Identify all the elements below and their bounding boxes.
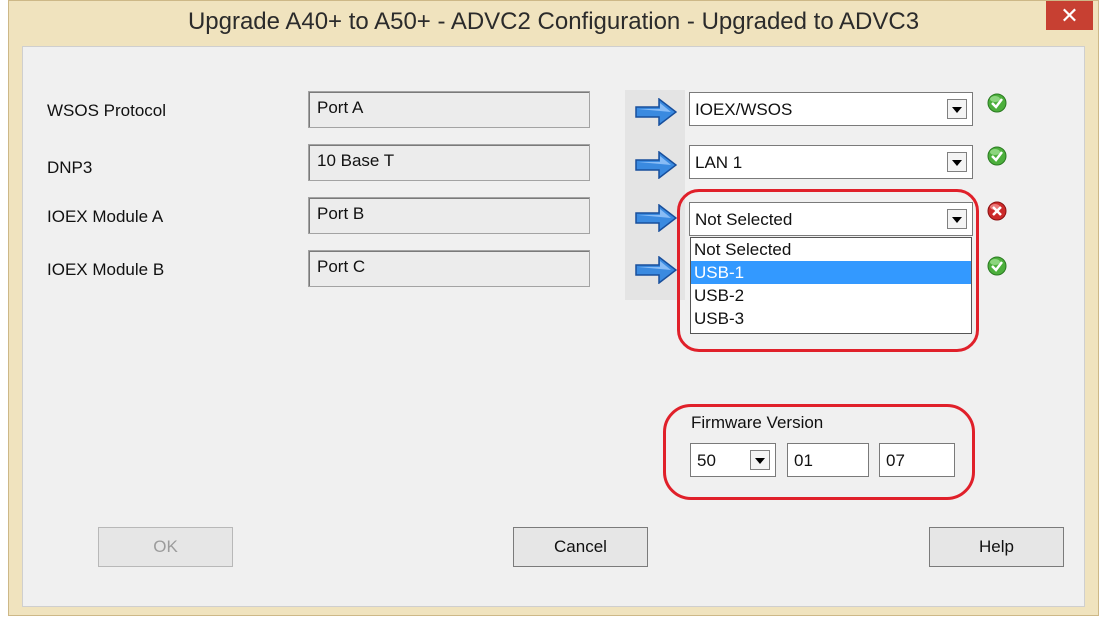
- check-ok-icon: [987, 256, 1007, 276]
- close-button[interactable]: ✕: [1046, 1, 1093, 30]
- dropdown-highlight: [677, 189, 979, 352]
- chevron-down-icon[interactable]: [947, 99, 967, 119]
- source-field-dnp3: 10 Base T: [308, 144, 590, 181]
- source-field-wsos: Port A: [308, 91, 590, 128]
- arrow-right-icon: [635, 256, 677, 284]
- help-button[interactable]: Help: [929, 527, 1064, 567]
- dialog-window: Upgrade A40+ to A50+ - ADVC2 Configurati…: [8, 0, 1099, 616]
- check-ok-icon: [987, 93, 1007, 113]
- ok-button[interactable]: OK: [98, 527, 233, 567]
- target-combo-wsos[interactable]: IOEX/WSOS: [689, 92, 973, 126]
- label-ioex-module-b: IOEX Module B: [47, 260, 165, 279]
- dialog-client-area: WSOS Protocol DNP3 IOEX Module A IOEX Mo…: [22, 46, 1085, 607]
- label-dnp3: DNP3: [47, 158, 93, 177]
- firmware-highlight: [663, 404, 975, 500]
- target-combo-dnp3[interactable]: LAN 1: [689, 145, 973, 179]
- arrow-right-icon: [635, 151, 677, 179]
- window-title: Upgrade A40+ to A50+ - ADVC2 Configurati…: [187, 8, 920, 35]
- source-field-ioex-b: Port C: [308, 250, 590, 287]
- arrow-right-icon: [635, 98, 677, 126]
- error-x-icon: [987, 201, 1007, 221]
- label-wsos-protocol: WSOS Protocol: [47, 101, 167, 120]
- target-combo-value: LAN 1: [695, 153, 743, 172]
- chevron-down-icon[interactable]: [947, 152, 967, 172]
- source-field-ioex-a: Port B: [308, 197, 590, 234]
- cancel-button[interactable]: Cancel: [513, 527, 648, 567]
- arrow-right-icon: [635, 204, 677, 232]
- check-ok-icon: [987, 146, 1007, 166]
- label-ioex-module-a: IOEX Module A: [47, 207, 164, 226]
- target-combo-value: IOEX/WSOS: [695, 100, 793, 119]
